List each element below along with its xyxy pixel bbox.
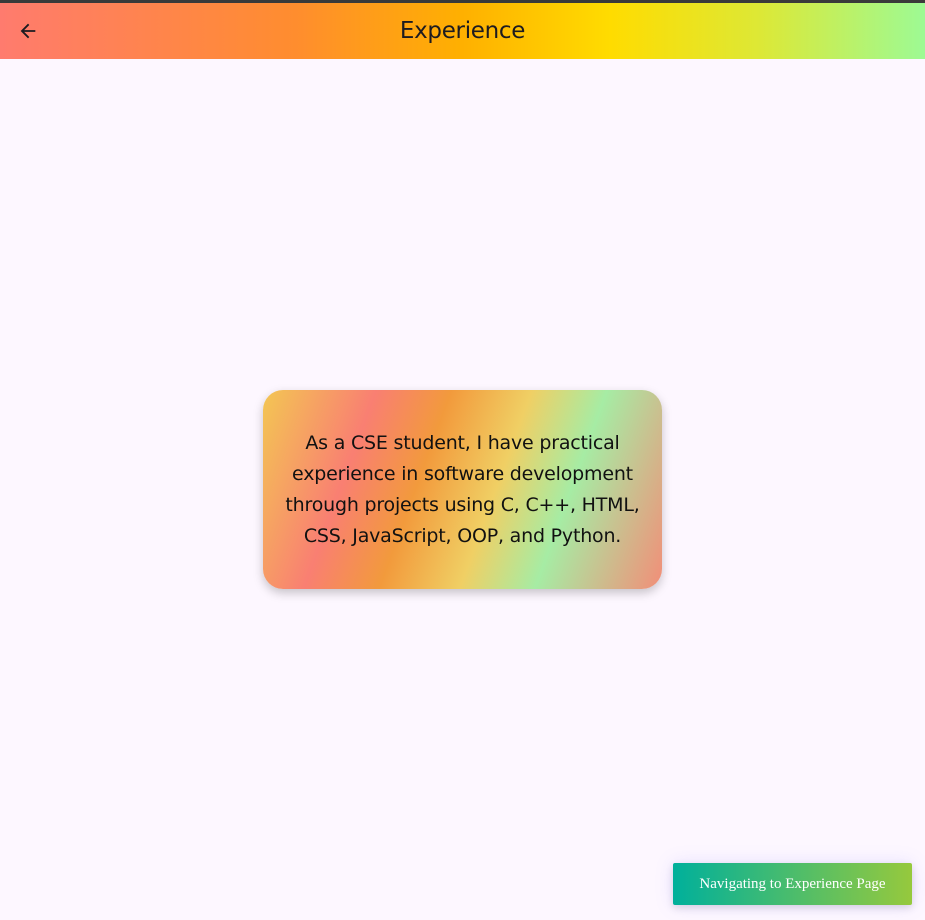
page-title: Experience bbox=[399, 18, 526, 44]
experience-description: As a CSE student, I have practical exper… bbox=[285, 431, 640, 547]
back-button[interactable] bbox=[8, 11, 48, 51]
app-bar: Experience bbox=[0, 3, 925, 59]
toast-notification: Navigating to Experience Page bbox=[673, 863, 912, 905]
experience-card: As a CSE student, I have practical exper… bbox=[263, 390, 662, 589]
arrow-left-icon bbox=[20, 23, 36, 39]
toast-message: Navigating to Experience Page bbox=[699, 875, 886, 892]
